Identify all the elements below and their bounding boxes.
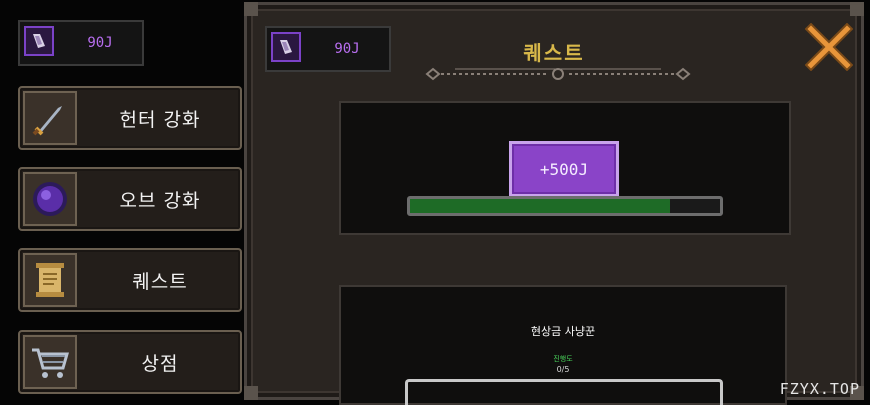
reward-progress-bar — [407, 196, 723, 216]
sidebar-item-shop[interactable]: 상점 — [18, 330, 242, 394]
orb-icon — [23, 172, 77, 226]
currency-display: 90J — [18, 20, 144, 66]
quest-reward-area: +500J — [339, 101, 791, 235]
sidebar-item-label: 헌터 강화 — [119, 108, 201, 131]
reward-claim-button[interactable]: +500J — [509, 141, 619, 197]
sidebar-item-quest[interactable]: 퀘스트 — [18, 248, 242, 312]
scroll-icon — [23, 253, 77, 307]
sword-icon — [23, 91, 77, 145]
sidebar-item-label: 퀘스트 — [132, 270, 188, 293]
sidebar-item-hunter-upgrade[interactable]: 헌터 강화 — [18, 86, 242, 150]
quest-status-label: 진행도 — [553, 355, 573, 363]
quest-card: 현상금 사냥꾼 진행도 0/5 — [339, 285, 787, 405]
quest-progress-text: 0/5 — [556, 365, 570, 374]
quest-progress-bar — [405, 379, 723, 405]
close-icon[interactable] — [805, 23, 853, 71]
panel-corner — [850, 2, 864, 16]
quest-name: 현상금 사냥꾼 — [530, 325, 596, 338]
quest-panel: 90J 퀘스트 +500J 현상금 사냥꾼 진행도 0/5 — [244, 2, 864, 405]
crystal-icon — [24, 26, 54, 56]
watermark: FZYX.TOP — [779, 380, 860, 398]
sidebar-item-orb-upgrade[interactable]: 오브 강화 — [18, 167, 242, 231]
panel-corner — [244, 2, 258, 16]
cart-icon — [23, 335, 77, 389]
sidebar-item-label: 상점 — [141, 352, 179, 375]
title-ornament — [425, 67, 691, 81]
panel-corner — [244, 386, 258, 400]
sidebar-item-label: 오브 강화 — [119, 189, 201, 212]
panel-title: 퀘스트 — [523, 41, 585, 65]
currency-value: 90J — [87, 35, 113, 51]
reward-progress-fill — [410, 199, 671, 213]
